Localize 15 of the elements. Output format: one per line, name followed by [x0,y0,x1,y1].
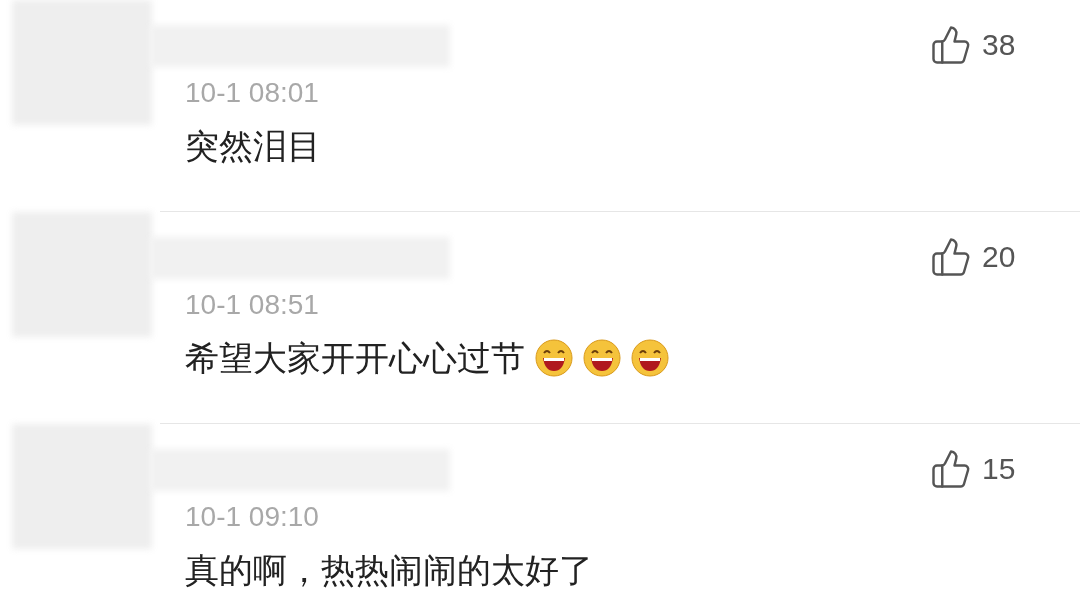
like-count: 38 [982,28,1016,62]
comment-text: 希望大家开开心心过节 [185,338,525,379]
like-count: 15 [982,452,1016,486]
thumbs-up-icon[interactable] [930,236,972,278]
comment-text: 真的啊，热热闹闹的太好了 [185,550,593,591]
laughing-emoji-icon [631,339,669,377]
laughing-emoji-icon [583,339,621,377]
comment-time: 10-1 09:10 [185,500,320,534]
comment-time: 10-1 08:51 [185,288,320,322]
comment-time: 10-1 08:01 [185,76,320,110]
thumbs-up-icon[interactable] [930,448,972,490]
thumbs-up-icon[interactable] [930,24,972,66]
laughing-emoji-icon [535,339,573,377]
like-count: 20 [982,240,1016,274]
comment-text: 突然泪目 [185,126,321,167]
